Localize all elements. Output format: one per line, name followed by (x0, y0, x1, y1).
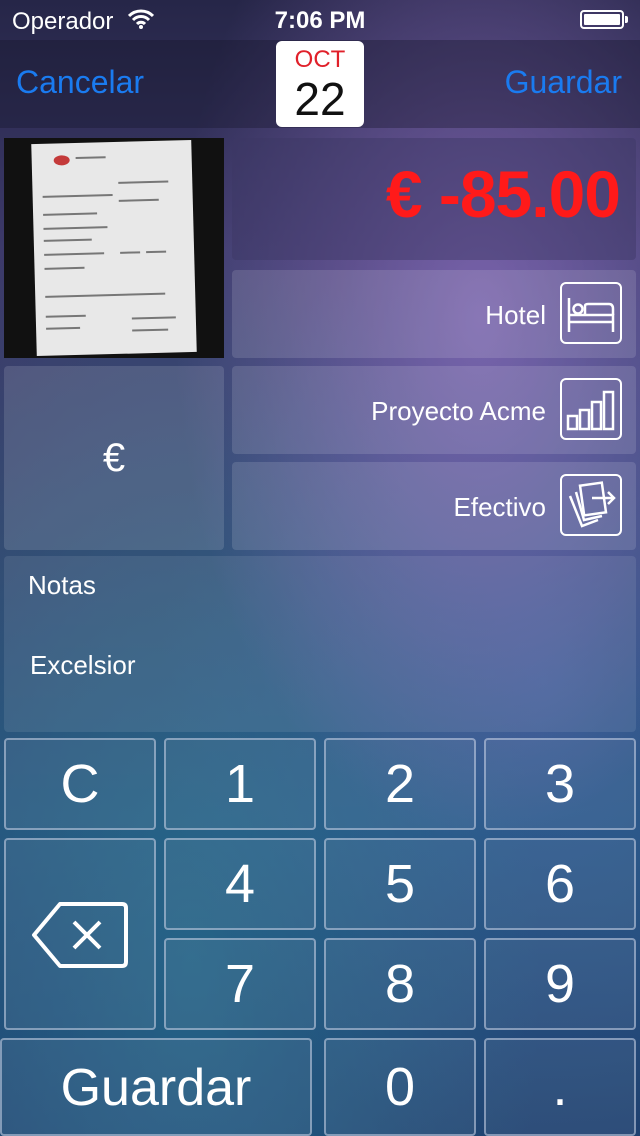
receipt-photo[interactable] (4, 138, 224, 358)
key-9-label: 9 (544, 954, 576, 1014)
key-3[interactable]: 3 (484, 738, 636, 830)
save-button[interactable]: Guardar (505, 64, 622, 101)
key-1[interactable]: 1 (164, 738, 316, 830)
backspace-key[interactable] (4, 838, 156, 1030)
notes-value[interactable]: Excelsior (30, 650, 135, 681)
currency-symbol: € (102, 436, 126, 480)
navigation-bar: Cancelar OCT 22 Guardar (0, 40, 640, 128)
key-8-label: 8 (384, 954, 416, 1014)
key-9[interactable]: 9 (484, 938, 636, 1030)
notes-label: Notas (28, 570, 96, 600)
key-1-label: 1 (224, 754, 256, 814)
battery-icon (580, 10, 628, 29)
project-label: Proyecto Acme (371, 396, 546, 426)
category-selector[interactable]: Hotel (232, 270, 636, 358)
status-bar: Operador 7:06 PM (0, 0, 640, 40)
currency-selector[interactable]: € (4, 366, 224, 550)
key-8[interactable]: 8 (324, 938, 476, 1030)
bar-chart-icon (560, 378, 622, 440)
key-7-label: 7 (224, 954, 256, 1014)
category-label: Hotel (485, 300, 546, 330)
cash-transfer-icon (560, 474, 622, 536)
date-day: 22 (294, 73, 346, 125)
backspace-icon (32, 902, 128, 968)
bed-icon (560, 282, 622, 344)
key-4-label: 4 (224, 854, 256, 914)
keypad-save-button[interactable]: Guardar (0, 1038, 312, 1136)
date-picker-button[interactable]: OCT 22 (276, 41, 364, 127)
key-4[interactable]: 4 (164, 838, 316, 930)
key-3-label: 3 (544, 754, 576, 814)
payment-method-selector[interactable]: Efectivo (232, 462, 636, 550)
payment-label: Efectivo (453, 492, 547, 522)
cancel-button[interactable]: Cancelar (16, 64, 144, 101)
notes-field[interactable]: Notas Excelsior (4, 556, 636, 732)
key-6-label: 6 (544, 854, 576, 914)
key-7[interactable]: 7 (164, 938, 316, 1030)
key-5[interactable]: 5 (324, 838, 476, 930)
key-5-label: 5 (384, 854, 416, 914)
key-0[interactable]: 0 (324, 1038, 476, 1136)
amount-value: € -85.00 (385, 157, 621, 231)
project-selector[interactable]: Proyecto Acme (232, 366, 636, 454)
key-2-label: 2 (384, 754, 416, 814)
key-0-label: 0 (384, 1057, 416, 1117)
key-2[interactable]: 2 (324, 738, 476, 830)
receipt-paper (31, 139, 197, 357)
amount-display: € -85.00 (232, 138, 636, 260)
decimal-key-label: . (552, 1057, 568, 1117)
key-6[interactable]: 6 (484, 838, 636, 930)
clear-key-label: C (60, 754, 100, 814)
clear-key[interactable]: C (4, 738, 156, 830)
keypad-save-label: Guardar (60, 1059, 252, 1117)
status-time: 7:06 PM (274, 7, 366, 34)
date-month: OCT (294, 46, 346, 73)
decimal-key[interactable]: . (484, 1038, 636, 1136)
